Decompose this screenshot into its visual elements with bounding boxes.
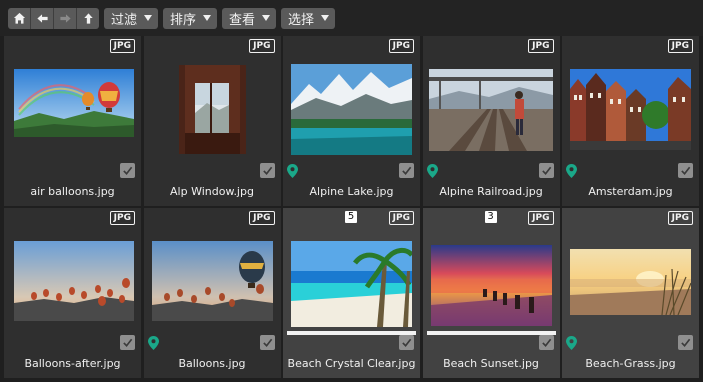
checkmark-icon [541, 166, 551, 175]
select-checkbox[interactable] [399, 163, 414, 178]
progress-bar [287, 331, 416, 335]
file-name: Balloons-after.jpg [24, 357, 121, 370]
select-menu-label: 选择 [288, 12, 315, 28]
select-checkbox[interactable] [399, 335, 414, 350]
caret-down-icon [144, 15, 153, 21]
up-button[interactable] [77, 7, 99, 29]
checkmark-icon [262, 338, 272, 347]
thumbnail-image [570, 69, 691, 150]
arrow-right-icon [59, 13, 71, 23]
select-checkbox[interactable] [538, 335, 554, 350]
format-badge: JPG [388, 211, 414, 225]
thumbnail-image [291, 241, 412, 327]
thumbnail-cell[interactable]: JPG air balloons.jpg [4, 36, 141, 206]
location-pin-icon [147, 336, 159, 350]
format-badge: JPG [388, 39, 414, 53]
file-name: Beach-Grass.jpg [585, 357, 676, 370]
select-checkbox[interactable] [678, 163, 693, 178]
format-badge: JPG [249, 211, 275, 225]
filter-menu-label: 过滤 [111, 12, 138, 28]
file-name: Beach Crystal Clear.jpg [287, 357, 416, 370]
home-button[interactable] [8, 7, 31, 29]
checkmark-icon [541, 338, 551, 347]
thumbnail-image [178, 65, 246, 154]
thumbnail-image [430, 245, 552, 326]
thumbnail-grid: JPG air balloons.jpg JPG Alp Window.jpg … [4, 36, 699, 382]
count-badge: 5 [345, 211, 357, 223]
checkmark-icon [402, 166, 412, 175]
thumbnail-cell[interactable]: 3 JPG Beach Sunset.jpg [422, 208, 560, 378]
thumbnail-image [428, 69, 553, 151]
checkmark-icon [123, 166, 133, 175]
location-pin-icon [566, 336, 577, 350]
back-button[interactable] [31, 7, 54, 29]
view-menu[interactable]: 查看 [222, 7, 277, 29]
file-name: Beach Sunset.jpg [443, 357, 539, 370]
format-badge: JPG [109, 39, 135, 53]
format-badge: JPG [528, 39, 554, 53]
thumbnail-cell[interactable]: JPG Balloons-after.jpg [4, 208, 141, 378]
progress-bar [426, 331, 556, 335]
format-badge: JPG [667, 211, 693, 225]
format-badge: JPG [528, 211, 554, 225]
toolbar: 过滤 排序 查看 选择 [0, 0, 703, 36]
select-checkbox[interactable] [678, 335, 693, 350]
file-name: Alpine Railroad.jpg [439, 185, 543, 198]
format-badge: JPG [249, 39, 275, 53]
thumbnail-cell[interactable]: 5 JPG Beach Crystal Clear.jpg [283, 208, 420, 378]
select-checkbox[interactable] [120, 335, 135, 350]
file-name: Alpine Lake.jpg [309, 185, 394, 198]
checkmark-icon [262, 166, 272, 175]
caret-down-icon [321, 15, 330, 21]
arrow-up-icon [83, 12, 93, 24]
thumbnail-image [151, 241, 273, 321]
select-checkbox[interactable] [259, 335, 275, 350]
checkmark-icon [123, 338, 133, 347]
thumbnail-cell[interactable]: JPG Amsterdam.jpg [562, 36, 699, 206]
arrow-left-icon [36, 13, 48, 23]
navigation-group [8, 7, 99, 29]
thumbnail-cell[interactable]: JPG Alpine Lake.jpg [283, 36, 420, 206]
sort-menu-label: 排序 [170, 12, 197, 28]
file-name: Amsterdam.jpg [588, 185, 673, 198]
thumbnail-image [570, 249, 691, 315]
select-checkbox[interactable] [120, 163, 135, 178]
select-checkbox[interactable] [259, 163, 275, 178]
checkmark-icon [681, 338, 691, 347]
progress-fill [426, 331, 556, 335]
thumbnail-cell[interactable]: JPG Alpine Railroad.jpg [422, 36, 560, 206]
view-menu-label: 查看 [229, 12, 256, 28]
thumbnail-image [14, 69, 134, 137]
select-checkbox[interactable] [538, 163, 554, 178]
thumbnail-cell[interactable]: JPG Beach-Grass.jpg [562, 208, 699, 378]
thumbnail-cell[interactable]: JPG Balloons.jpg [143, 208, 281, 378]
home-icon [13, 12, 25, 24]
location-pin-icon [426, 164, 438, 178]
caret-down-icon [203, 15, 212, 21]
progress-fill [287, 331, 416, 335]
file-name: air balloons.jpg [30, 185, 115, 198]
checkmark-icon [681, 166, 691, 175]
thumbnail-cell[interactable]: JPG Alp Window.jpg [143, 36, 281, 206]
location-pin-icon [287, 164, 298, 178]
select-menu[interactable]: 选择 [281, 7, 336, 29]
thumbnail-image [14, 241, 134, 321]
count-badge: 3 [484, 211, 497, 223]
file-name: Alp Window.jpg [170, 185, 254, 198]
format-badge: JPG [109, 211, 135, 225]
caret-down-icon [262, 15, 271, 21]
forward-button[interactable] [54, 7, 77, 29]
file-name: Balloons.jpg [178, 357, 246, 370]
format-badge: JPG [667, 39, 693, 53]
filter-menu[interactable]: 过滤 [104, 7, 159, 29]
thumbnail-image [291, 64, 412, 155]
sort-menu[interactable]: 排序 [163, 7, 218, 29]
checkmark-icon [402, 338, 412, 347]
location-pin-icon [566, 164, 577, 178]
